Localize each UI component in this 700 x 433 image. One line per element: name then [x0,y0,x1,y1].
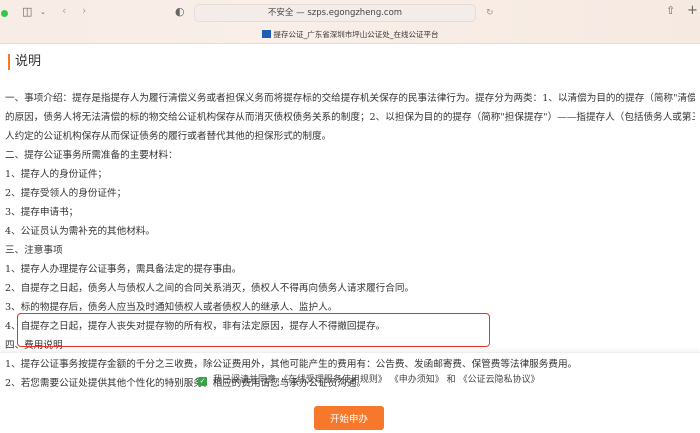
agree-checkbox[interactable]: ✓ [198,377,207,386]
agreement-row: ✓ 我已阅读并同意 《在线受理服务使用规则》 《申办须知》 和 《公证云隐私协议》 [198,372,540,386]
tab-title-text: 提存公证_广东省深圳市坪山公证处_在线公证平台 [273,30,439,39]
content-line: 1、提存人的身份证件； [5,169,108,180]
forward-icon[interactable]: › [82,5,86,17]
agreement-text: 我已阅读并同意 [213,375,277,385]
notice-link[interactable]: 《申办须知》 [390,375,444,385]
chevron-down-icon[interactable]: ⌄ [40,6,46,18]
sidebar-icon[interactable]: ◫ [22,6,32,18]
content-line: 人约定的公证机构保存从而保证债务的履行或者替代其他的担保形式的制度。 [5,131,332,142]
shield-icon[interactable]: ◐ [175,6,185,18]
share-icon[interactable]: ⇧ [666,5,675,17]
content-line: 二、提存公证事务所需准备的主要材料： [5,150,178,161]
start-apply-button[interactable]: 开始申办 [314,406,384,430]
content-line: 一、事项介绍：提存是指提存人为履行清偿义务或者担保义务而将提存标的交给提存机关保… [5,93,695,104]
content-line: 三、注意事项 [5,245,63,256]
and-text: 和 [446,375,456,385]
content-line: 2、提存受领人的身份证件； [5,188,127,199]
back-icon[interactable]: ‹ [62,5,66,17]
content-line: 4、公证员认为需补充的其他材料。 [5,226,156,237]
content-line: 3、提存申请书； [5,207,79,218]
rules-link[interactable]: 《在线受理服务使用规则》 [279,375,387,385]
window-zoom-button[interactable] [1,10,8,17]
tab-title[interactable]: 提存公证_广东省深圳市坪山公证处_在线公证平台 [0,29,700,40]
reload-icon[interactable]: ↻ [486,7,494,19]
content-line: 1、提存人办理提存公证事务，需具备法定的提存事由。 [5,264,242,275]
privacy-link[interactable]: 《公证云隐私协议》 [459,375,540,385]
favicon-icon [261,30,271,38]
browser-toolbar: ◫ ⌄ ‹ › ◐ 不安全 — szps.egongzheng.com ↻ ⇧ … [0,0,700,44]
page-title: 说明 [8,54,41,70]
content-line: 2、自提存之日起，债务人与债权人之间的合同关系消灭，债权人不得再向债务人请求履行… [5,283,415,294]
highlight-box [17,313,490,347]
address-bar[interactable]: 不安全 — szps.egongzheng.com [194,4,476,22]
new-tab-icon[interactable]: + [687,4,698,17]
description-content: 一、事项介绍：提存是指提存人为履行清偿义务或者担保义务而将提存标的交给提存机关保… [5,89,695,393]
content-line: 的原因，债务人将无法清偿的标的物交给公证机构保存从而消灭债权债务关系的制度；2、… [5,112,695,123]
